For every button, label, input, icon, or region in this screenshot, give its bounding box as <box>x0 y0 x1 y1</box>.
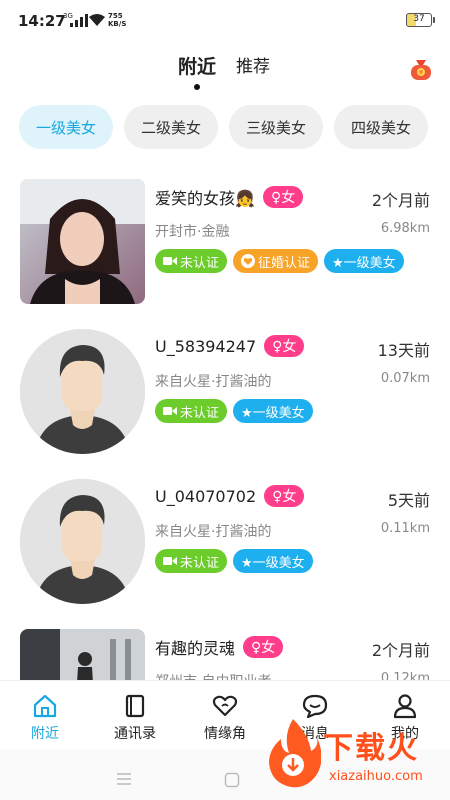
watermark-title: 下载火 <box>323 731 419 766</box>
red-envelope-icon[interactable]: ¥ <box>408 56 434 82</box>
name-row: U_58394247 ♀女 <box>155 335 305 357</box>
sex-badge: ♀女 <box>264 335 305 357</box>
user-location: 来自火星·打酱油的 <box>155 374 272 390</box>
name-row: 有趣的灵魂 ♀女 <box>155 635 284 659</box>
top-tabs: 附近 推荐 ¥ <box>0 48 450 92</box>
video-icon <box>163 257 177 265</box>
user-name: U_04070702 <box>155 486 257 506</box>
watermark-logo: 下载火 xiazaihuo.com <box>265 715 440 795</box>
network-speed: 755 KB/S <box>108 12 127 28</box>
tag-unverified: 未认证 <box>155 249 228 273</box>
tag-list: 未认证 征婚认证 ★一级美女 <box>155 249 404 273</box>
svg-text:¥: ¥ <box>419 70 423 77</box>
tag-unverified: 未认证 <box>155 399 228 423</box>
avatar[interactable] <box>20 179 145 304</box>
tag-list: 未认证 ★一级美女 <box>155 549 313 573</box>
tab-nearby[interactable]: 附近 <box>178 52 216 79</box>
sex-badge: ♀女 <box>243 636 284 658</box>
book-icon <box>125 694 145 718</box>
tag-list: 未认证 ★一级美女 <box>155 399 313 423</box>
avatar[interactable] <box>20 329 145 454</box>
tag-unverified: 未认证 <box>155 549 228 573</box>
flame-icon <box>269 719 321 788</box>
tab-recommend[interactable]: 推荐 <box>236 52 270 77</box>
name-row: 爱笑的女孩👧 ♀女 <box>155 185 304 209</box>
sex-badge: ♀女 <box>264 485 305 507</box>
wifi-icon <box>89 14 105 26</box>
tag-marriage-verified: 征婚认证 <box>233 249 319 273</box>
avatar[interactable] <box>20 629 145 680</box>
last-active: 5天前 <box>387 491 430 510</box>
video-icon <box>163 557 177 565</box>
nav-label: 情缘角 <box>204 726 246 742</box>
default-avatar-icon <box>20 479 145 604</box>
home-icon <box>33 694 57 718</box>
nav-contacts[interactable]: 通讯录 <box>90 681 180 750</box>
avatar[interactable] <box>20 479 145 604</box>
nav-nearby[interactable]: 附近 <box>0 681 90 750</box>
status-time: 14:27 <box>18 12 66 30</box>
user-distance: 0.07km <box>380 371 430 386</box>
name-row: U_04070702 ♀女 <box>155 485 305 507</box>
nav-label: 附近 <box>31 726 59 742</box>
chip-level-4[interactable]: 四级美女 <box>334 105 428 149</box>
last-active: 2个月前 <box>371 191 430 210</box>
user-name: 爱笑的女孩👧 <box>155 189 255 208</box>
user-photo <box>20 179 145 304</box>
list-item[interactable]: U_58394247 ♀女 13天前 来自火星·打酱油的 0.07km 未认证 … <box>0 315 450 465</box>
watermark-url: xiazaihuo.com <box>329 769 423 784</box>
hearts-icon <box>212 695 238 717</box>
default-avatar-icon <box>20 329 145 454</box>
list-item[interactable]: 有趣的灵魂 ♀女 2个月前 郑州市·自由职业者 0.12km <box>0 615 450 680</box>
menu-icon[interactable] <box>116 772 132 786</box>
user-distance: 0.11km <box>380 521 430 536</box>
battery-icon: 37 <box>406 13 435 27</box>
tag-level: ★一级美女 <box>324 249 404 273</box>
heart-badge-icon <box>241 254 256 268</box>
level-filter-chips: 一级美女 二级美女 三级美女 四级美女 <box>19 105 428 149</box>
signal-icon <box>70 14 88 27</box>
last-active: 2个月前 <box>371 641 430 660</box>
user-name: 有趣的灵魂 <box>155 639 236 658</box>
user-location: 来自火星·打酱油的 <box>155 524 272 540</box>
user-location: 开封市·金融 <box>155 224 230 240</box>
active-tab-indicator <box>194 84 200 90</box>
user-name: U_58394247 <box>155 336 257 356</box>
video-icon <box>163 407 177 415</box>
nav-romance[interactable]: 情缘角 <box>180 681 270 750</box>
user-distance: 0.12km <box>380 671 430 680</box>
chip-level-1[interactable]: 一级美女 <box>19 105 113 149</box>
user-list: 爱笑的女孩👧 ♀女 2个月前 开封市·金融 6.98km 未认证 征婚认证 ★一… <box>0 165 450 680</box>
user-photo <box>20 629 145 680</box>
last-active: 13天前 <box>377 341 430 360</box>
user-distance: 6.98km <box>380 221 430 236</box>
home-square-icon[interactable] <box>224 772 240 788</box>
nav-label: 通讯录 <box>114 726 156 742</box>
chip-level-2[interactable]: 二级美女 <box>124 105 218 149</box>
tag-level: ★一级美女 <box>233 399 313 423</box>
status-bar: 14:27 3G 755 KB/S 37 <box>0 0 450 40</box>
tag-level: ★一级美女 <box>233 549 313 573</box>
list-item[interactable]: U_04070702 ♀女 5天前 来自火星·打酱油的 0.11km 未认证 ★… <box>0 465 450 615</box>
list-item[interactable]: 爱笑的女孩👧 ♀女 2个月前 开封市·金融 6.98km 未认证 征婚认证 ★一… <box>0 165 450 315</box>
sex-badge: ♀女 <box>262 186 304 208</box>
chip-level-3[interactable]: 三级美女 <box>229 105 323 149</box>
user-location: 郑州市·自由职业者 <box>155 671 271 680</box>
